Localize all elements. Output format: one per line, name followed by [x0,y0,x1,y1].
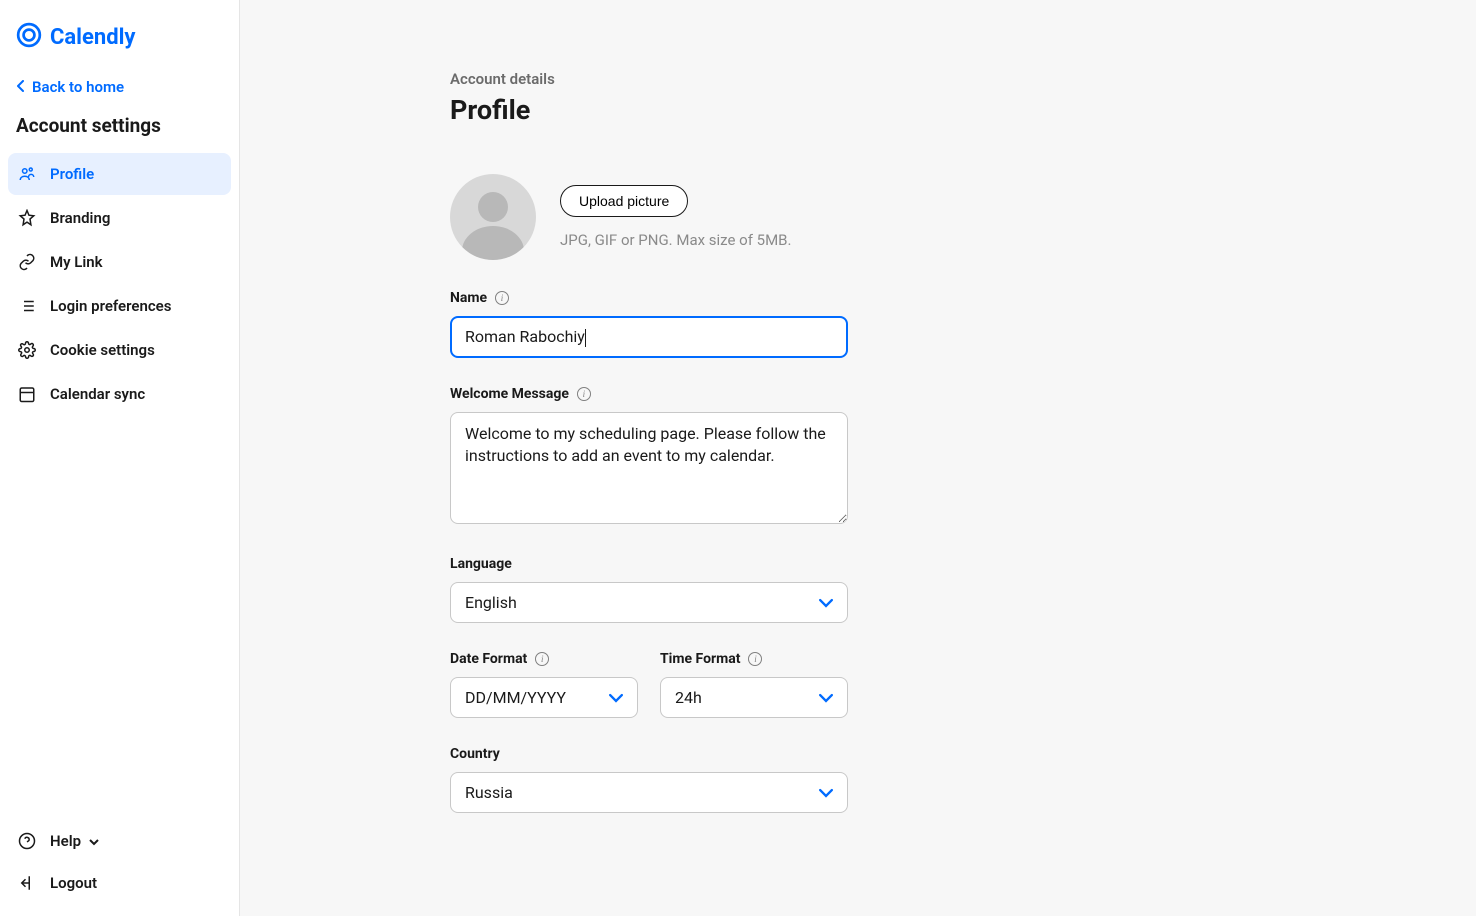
field-date-format: Date Format i DD/MM/YYYY [450,651,638,718]
nav-item-login-preferences[interactable]: Login preferences [8,285,231,327]
nav-label: Branding [50,209,110,227]
date-format-select[interactable]: DD/MM/YYYY [450,677,638,718]
time-format-value: 24h [675,688,702,707]
upload-picture-button[interactable]: Upload picture [560,185,688,217]
info-icon[interactable]: i [535,652,549,666]
nav-item-calendar-sync[interactable]: Calendar sync [8,373,231,415]
nav-label: Cookie settings [50,341,155,359]
language-label: Language [450,556,512,572]
calendly-logo-icon [16,22,42,52]
nav-item-my-link[interactable]: My Link [8,241,231,283]
welcome-label: Welcome Message [450,386,569,402]
nav-label: My Link [50,253,103,271]
star-icon [18,209,36,227]
logout-label: Logout [50,874,97,892]
name-label: Name [450,290,487,306]
date-format-value: DD/MM/YYYY [465,688,566,707]
avatar-placeholder [450,174,536,260]
country-select[interactable]: Russia [450,772,848,813]
name-input[interactable]: Roman Rabochiy [450,316,848,358]
help-icon [18,832,36,850]
avatar-section: Upload picture JPG, GIF or PNG. Max size… [450,174,1050,260]
help-label: Help [50,832,81,850]
main-content: Account details Profile Upload picture J… [240,0,1476,916]
language-value: English [465,593,517,612]
field-name: Name i Roman Rabochiy [450,290,1050,358]
info-icon[interactable]: i [577,387,591,401]
sidebar: Calendly Back to home Account settings P… [0,0,240,916]
nav-item-profile[interactable]: Profile [8,153,231,195]
nav-item-cookie-settings[interactable]: Cookie settings [8,329,231,371]
help-button[interactable]: Help [8,820,231,862]
brand-logo[interactable]: Calendly [0,14,239,70]
link-icon [18,253,36,271]
welcome-textarea[interactable] [450,412,848,524]
language-select[interactable]: English [450,582,848,623]
nav-label: Profile [50,165,94,183]
nav-label: Login preferences [50,297,171,315]
back-to-home-link[interactable]: Back to home [0,70,239,108]
calendar-icon [18,385,36,403]
chevron-down-icon [609,688,623,707]
country-label: Country [450,746,500,762]
info-icon[interactable]: i [495,291,509,305]
logout-icon [18,874,36,892]
list-icon [18,297,36,315]
field-time-format: Time Format i 24h [660,651,848,718]
field-welcome: Welcome Message i [450,386,1050,528]
upload-hint: JPG, GIF or PNG. Max size of 5MB. [560,231,791,249]
chevron-down-icon [819,688,833,707]
chevron-left-icon [16,78,26,96]
nav-item-branding[interactable]: Branding [8,197,231,239]
text-cursor [585,329,586,347]
sidebar-bottom: Help Logout [0,820,239,916]
field-language: Language English [450,556,1050,623]
breadcrumb: Account details [450,70,1050,88]
time-format-select[interactable]: 24h [660,677,848,718]
chevron-down-icon [819,783,833,802]
gear-icon [18,341,36,359]
logout-button[interactable]: Logout [8,862,231,904]
time-format-label: Time Format [660,651,740,667]
date-format-label: Date Format [450,651,527,667]
chevron-down-icon [819,593,833,612]
sidebar-title: Account settings [0,108,239,153]
page-title: Profile [450,94,1050,126]
field-country: Country Russia [450,746,1050,813]
nav-label: Calendar sync [50,385,145,403]
back-link-label: Back to home [32,78,124,96]
info-icon[interactable]: i [748,652,762,666]
profile-icon [18,165,36,183]
caret-down-icon [89,832,99,850]
name-value: Roman Rabochiy [465,327,585,346]
brand-name: Calendly [50,25,136,50]
country-value: Russia [465,783,513,802]
sidebar-nav: Profile Branding My Link Login preferenc… [0,153,239,415]
